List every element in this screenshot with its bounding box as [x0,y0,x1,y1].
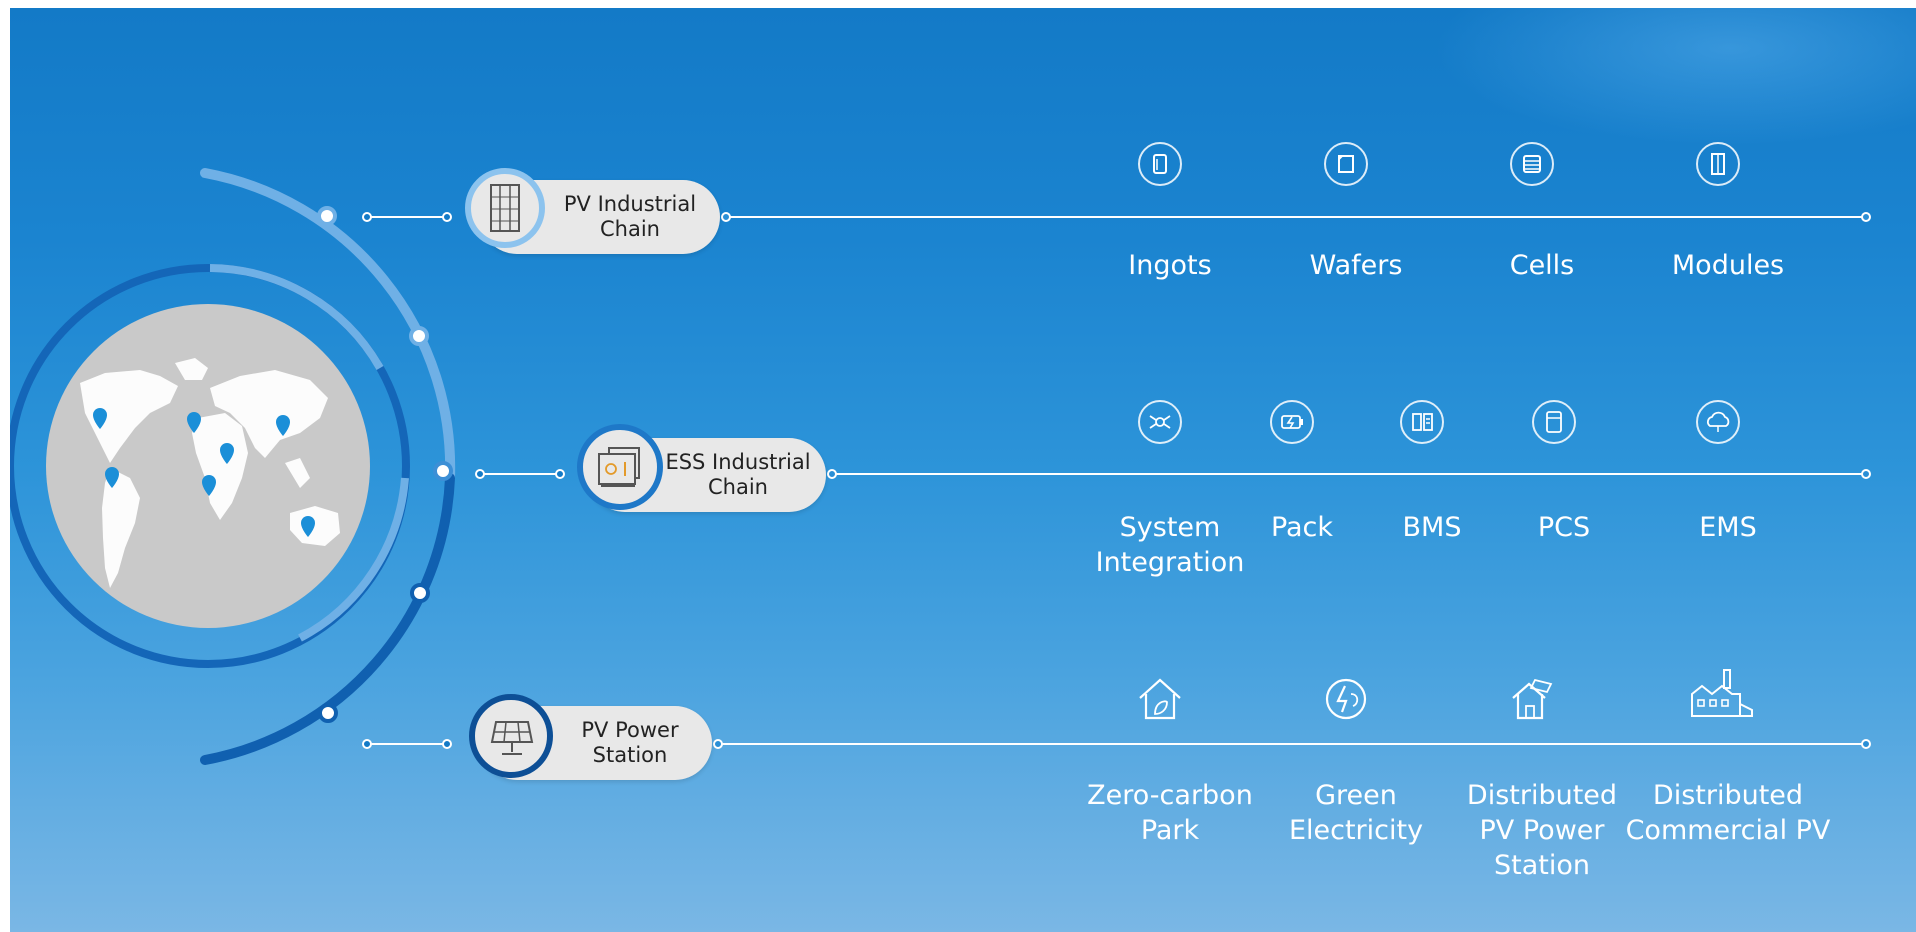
diagram-canvas: PV Industrial Chain ESS Industrial Chain P… [10,8,1916,932]
item-label-modules: Modules [1671,250,1785,281]
zero-carbon-house-icon [1139,678,1181,720]
green-electricity-icon [1325,678,1367,720]
pv-industrial-chain-label: PV Industrial Chain [563,192,697,241]
ess-container-icon [598,447,640,487]
module-icon [1696,142,1740,186]
arc-node-3 [433,461,453,481]
arc-node-4 [410,583,430,603]
solar-panel-stand-icon [490,721,534,755]
item-label-distributed-commercial-pv: Distributed Commercial PV [1625,780,1831,846]
cell-icon [1510,142,1554,186]
arc-node-1 [317,206,337,226]
arc-node-5 [318,703,338,723]
system-integration-icon [1138,400,1182,444]
pv-power-station-label: PV Power Station [581,718,679,767]
ems-cloud-icon [1696,400,1740,444]
item-label-ems: EMS [1699,512,1757,543]
wafer-icon [1324,142,1368,186]
solar-panel-module-icon [490,184,520,232]
ingot-icon [1138,142,1182,186]
battery-pack-icon [1270,400,1314,444]
pcs-icon [1532,400,1576,444]
ess-industrial-chain-label: ESS Industrial Chain [665,450,811,499]
rooftop-pv-house-icon [1512,678,1553,720]
bms-icon [1400,400,1444,444]
arc-node-2 [409,326,429,346]
commercial-factory-icon [1691,669,1753,717]
